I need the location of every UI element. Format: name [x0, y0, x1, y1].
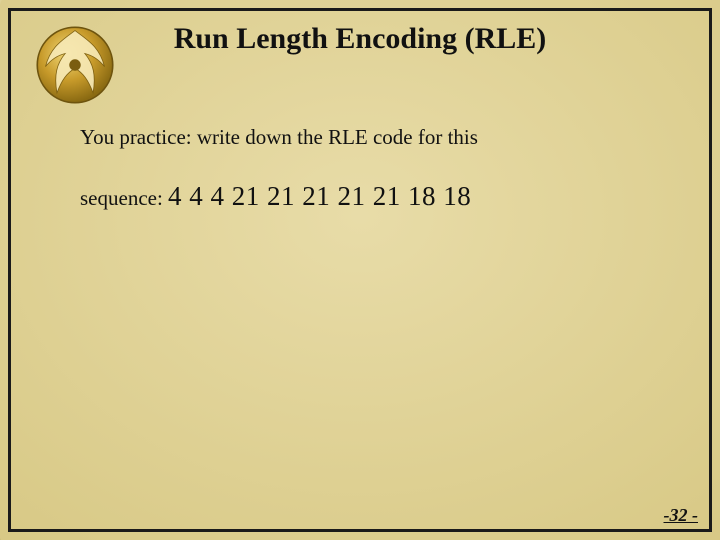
- slide-title: Run Length Encoding (RLE): [0, 22, 720, 56]
- sequence-label: sequence:: [80, 186, 168, 210]
- practice-instruction: You practice: write down the RLE code fo…: [80, 122, 660, 154]
- slide: Run Length Encoding (RLE) You practice: …: [0, 0, 720, 540]
- sequence-line: sequence: 4 4 4 21 21 21 21 21 18 18: [80, 176, 660, 217]
- slide-body: You practice: write down the RLE code fo…: [80, 122, 660, 216]
- page-number: -32 -: [664, 505, 699, 526]
- sequence-values: 4 4 4 21 21 21 21 21 18 18: [168, 181, 471, 211]
